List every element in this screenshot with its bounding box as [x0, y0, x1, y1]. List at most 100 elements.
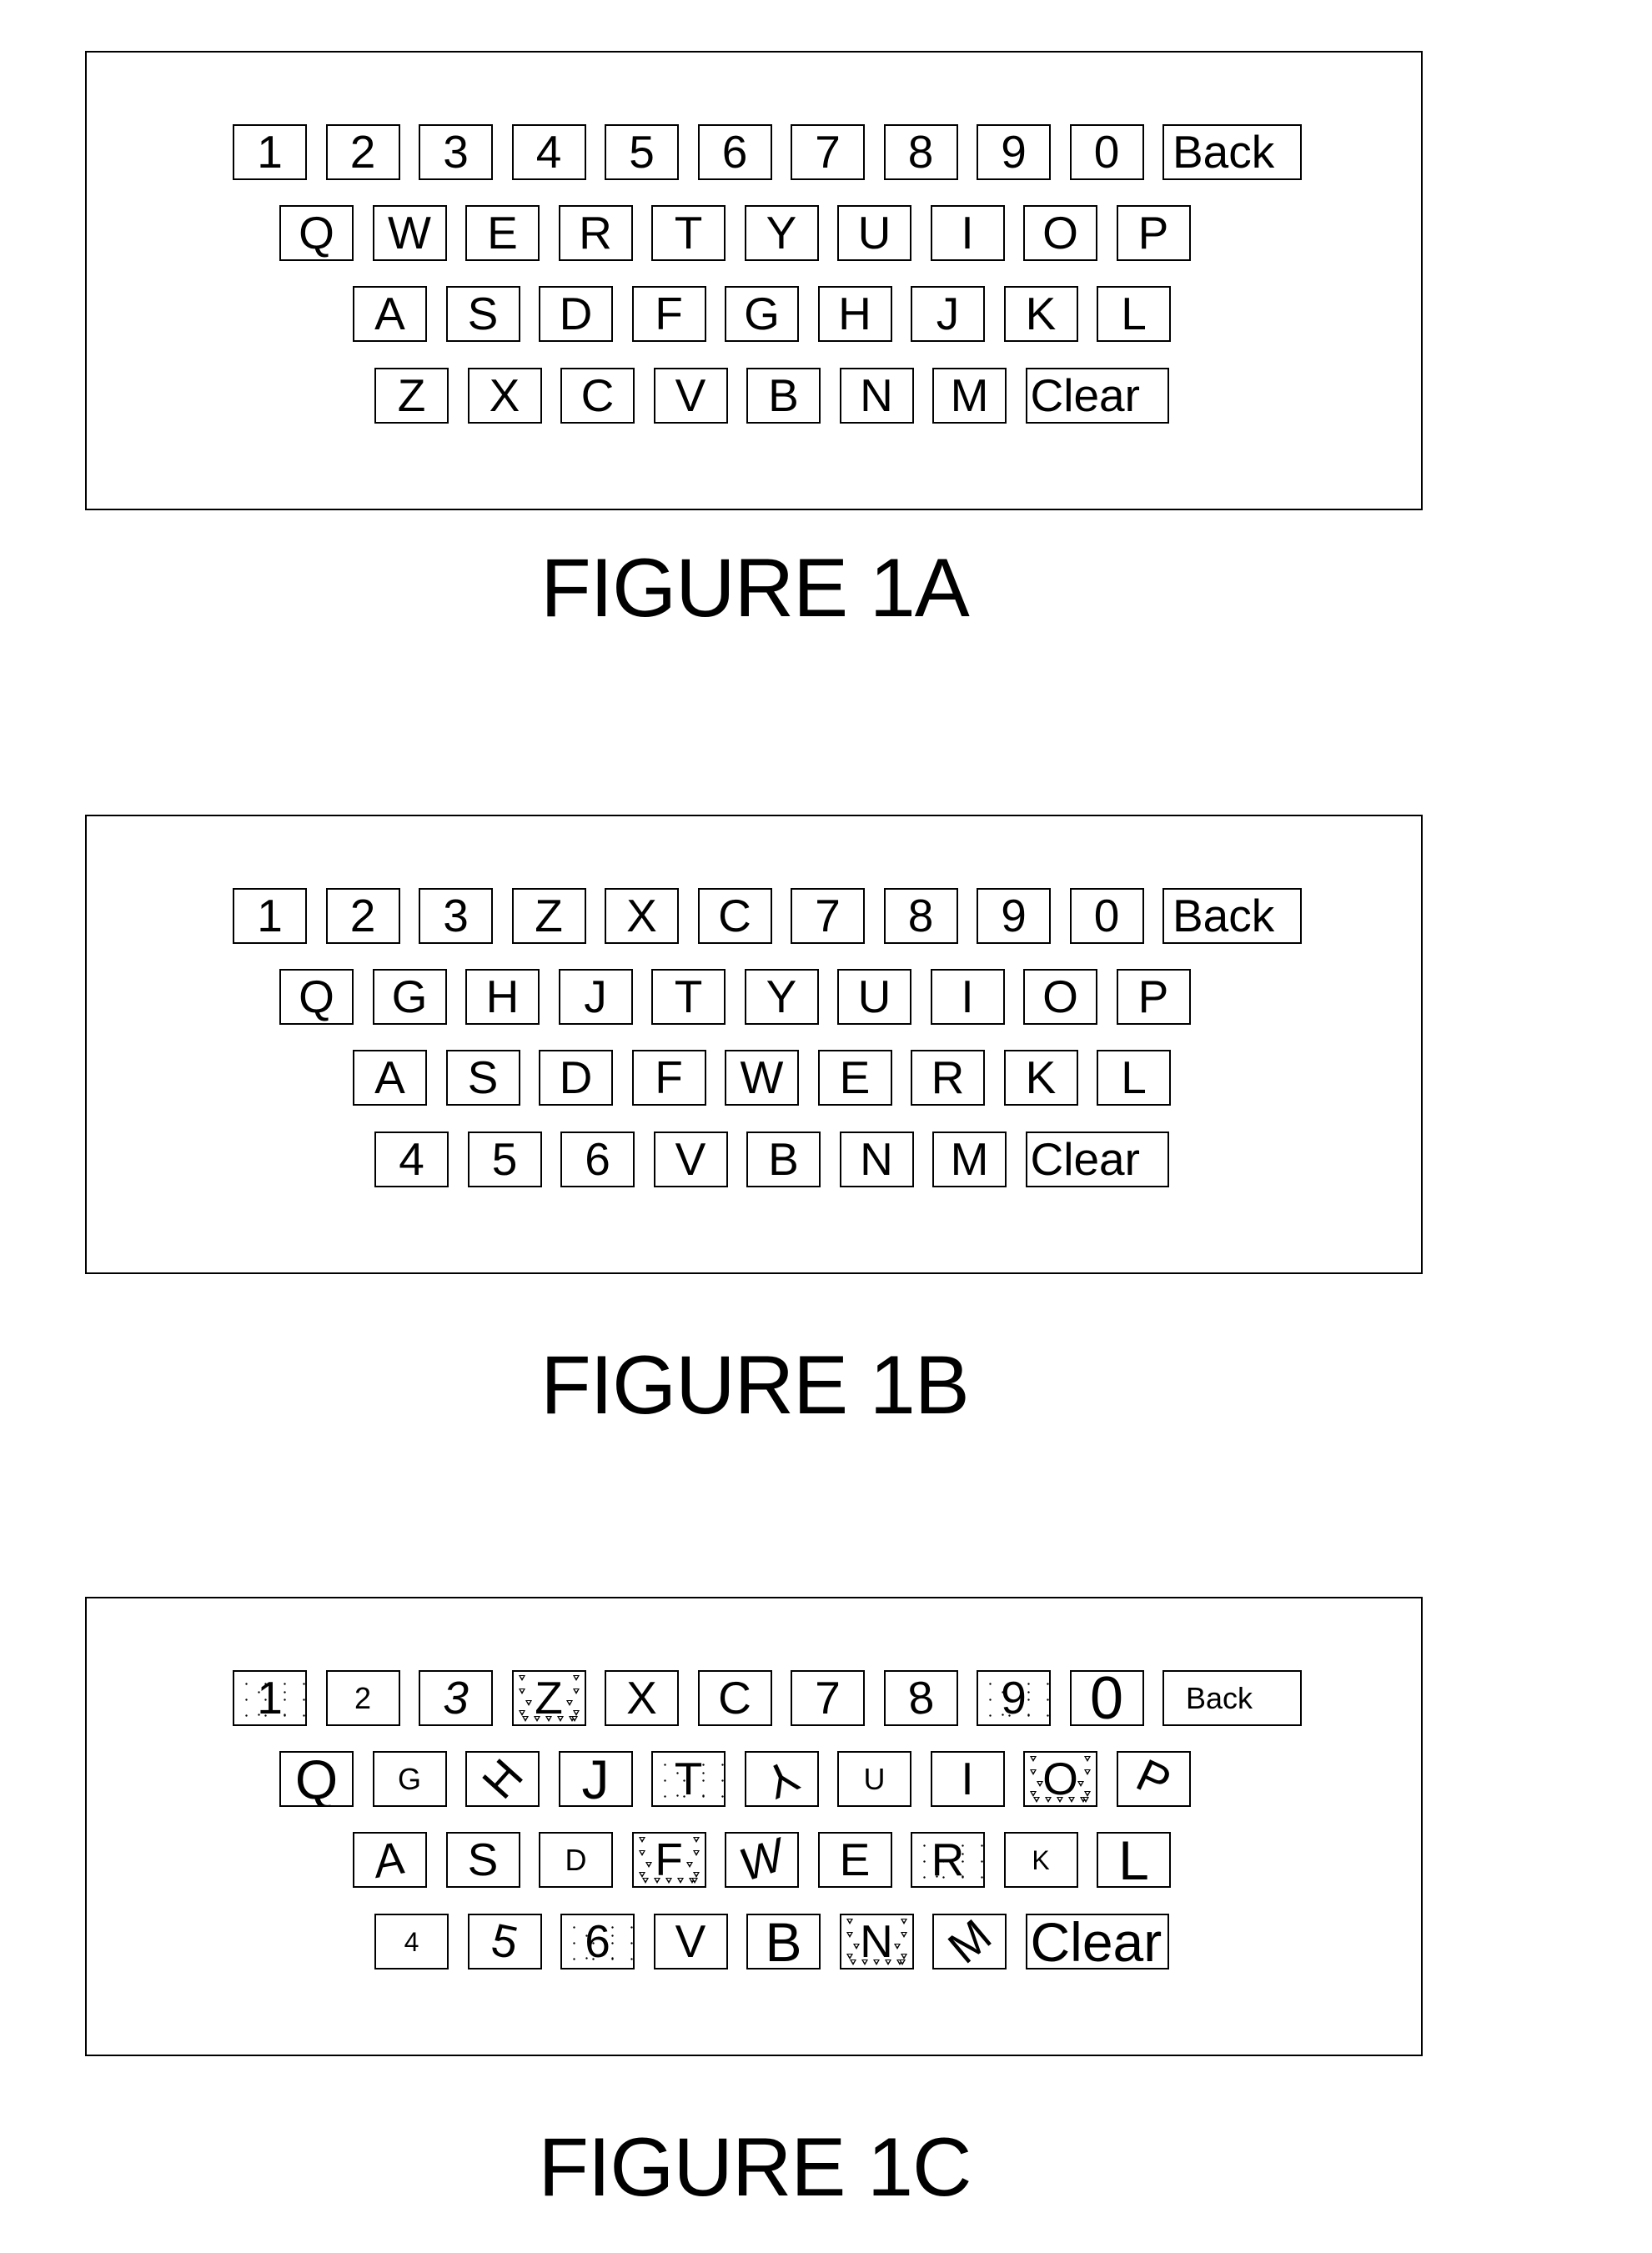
- key-s[interactable]: S: [445, 286, 520, 342]
- key-d[interactable]: D: [539, 1050, 613, 1106]
- key-1[interactable]: 1: [233, 888, 307, 944]
- key-c[interactable]: C: [560, 368, 635, 424]
- key-z[interactable]: Z: [511, 888, 586, 944]
- clear-key[interactable]: Clear: [1025, 1914, 1169, 1969]
- key-n[interactable]: N: [839, 368, 914, 424]
- key-v[interactable]: V: [653, 1914, 728, 1969]
- key-9[interactable]: 9: [977, 124, 1051, 180]
- key-4[interactable]: 4: [511, 124, 586, 180]
- key-h[interactable]: H: [817, 286, 892, 342]
- key-k[interactable]: K: [1003, 286, 1078, 342]
- key-4[interactable]: 4: [374, 1132, 449, 1187]
- key-2[interactable]: 2: [325, 888, 400, 944]
- key-x[interactable]: X: [605, 1670, 679, 1726]
- key-i[interactable]: I: [930, 969, 1005, 1025]
- key-o[interactable]: O: [1023, 1751, 1097, 1807]
- key-h[interactable]: H: [465, 969, 540, 1025]
- key-q[interactable]: Q: [279, 969, 354, 1025]
- key-x[interactable]: X: [467, 368, 542, 424]
- key-6[interactable]: 6: [560, 1914, 635, 1969]
- key-m[interactable]: M: [932, 1132, 1007, 1187]
- key-0[interactable]: 0: [1069, 888, 1144, 944]
- key-f[interactable]: F: [631, 1050, 706, 1106]
- key-9[interactable]: 9: [977, 888, 1051, 944]
- key-q[interactable]: Q: [279, 205, 354, 261]
- key-k[interactable]: K: [1003, 1050, 1078, 1106]
- key-v[interactable]: V: [653, 1132, 728, 1187]
- key-u[interactable]: U: [837, 1751, 911, 1807]
- key-p[interactable]: P: [1116, 1751, 1191, 1807]
- key-j[interactable]: J: [558, 969, 633, 1025]
- back-key[interactable]: Back: [1162, 888, 1302, 944]
- key-z[interactable]: Z: [511, 1670, 586, 1726]
- key-3[interactable]: 3: [419, 124, 493, 180]
- key-r[interactable]: R: [558, 205, 633, 261]
- key-v[interactable]: V: [653, 368, 728, 424]
- key-7[interactable]: 7: [791, 888, 865, 944]
- key-l[interactable]: L: [1097, 286, 1171, 342]
- key-g[interactable]: G: [372, 969, 447, 1025]
- key-l[interactable]: L: [1097, 1832, 1171, 1888]
- key-0[interactable]: 0: [1069, 1670, 1144, 1726]
- key-d[interactable]: D: [539, 286, 613, 342]
- key-b[interactable]: B: [746, 1914, 821, 1969]
- key-g[interactable]: G: [725, 286, 799, 342]
- key-f[interactable]: F: [631, 1832, 706, 1888]
- key-j[interactable]: J: [558, 1751, 633, 1807]
- key-y[interactable]: Y: [744, 1751, 819, 1807]
- key-y[interactable]: Y: [744, 205, 819, 261]
- key-i[interactable]: I: [930, 1751, 1005, 1807]
- key-z[interactable]: Z: [374, 368, 449, 424]
- key-c[interactable]: C: [697, 888, 772, 944]
- key-5[interactable]: 5: [467, 1132, 542, 1187]
- back-key[interactable]: Back: [1162, 1670, 1302, 1726]
- key-a[interactable]: A: [353, 1050, 427, 1106]
- key-a[interactable]: A: [353, 1832, 427, 1888]
- key-2[interactable]: 2: [325, 1670, 400, 1726]
- key-a[interactable]: A: [353, 286, 427, 342]
- key-b[interactable]: B: [746, 368, 821, 424]
- key-8[interactable]: 8: [883, 124, 958, 180]
- key-g[interactable]: G: [372, 1751, 447, 1807]
- key-e[interactable]: E: [465, 205, 540, 261]
- key-j[interactable]: J: [911, 286, 985, 342]
- key-k[interactable]: K: [1003, 1832, 1078, 1888]
- key-l[interactable]: L: [1097, 1050, 1171, 1106]
- key-t[interactable]: T: [651, 205, 726, 261]
- key-c[interactable]: C: [697, 1670, 772, 1726]
- key-8[interactable]: 8: [883, 888, 958, 944]
- key-x[interactable]: X: [605, 888, 679, 944]
- key-e[interactable]: E: [817, 1832, 892, 1888]
- key-1[interactable]: 1: [233, 1670, 307, 1726]
- key-r[interactable]: R: [911, 1832, 985, 1888]
- back-key[interactable]: Back: [1162, 124, 1302, 180]
- key-2[interactable]: 2: [325, 124, 400, 180]
- key-i[interactable]: I: [930, 205, 1005, 261]
- key-u[interactable]: U: [837, 969, 911, 1025]
- key-s[interactable]: S: [445, 1832, 520, 1888]
- key-u[interactable]: U: [837, 205, 911, 261]
- key-p[interactable]: P: [1116, 969, 1191, 1025]
- key-3[interactable]: 3: [419, 1670, 493, 1726]
- key-4[interactable]: 4: [374, 1914, 449, 1969]
- clear-key[interactable]: Clear: [1025, 368, 1169, 424]
- key-1[interactable]: 1: [233, 124, 307, 180]
- key-6[interactable]: 6: [697, 124, 772, 180]
- key-3[interactable]: 3: [419, 888, 493, 944]
- key-0[interactable]: 0: [1069, 124, 1144, 180]
- key-n[interactable]: N: [839, 1132, 914, 1187]
- key-w[interactable]: W: [725, 1832, 799, 1888]
- key-p[interactable]: P: [1116, 205, 1191, 261]
- key-f[interactable]: F: [631, 286, 706, 342]
- key-t[interactable]: T: [651, 1751, 726, 1807]
- key-s[interactable]: S: [445, 1050, 520, 1106]
- key-7[interactable]: 7: [791, 1670, 865, 1726]
- key-7[interactable]: 7: [791, 124, 865, 180]
- key-n[interactable]: N: [839, 1914, 914, 1969]
- key-e[interactable]: E: [817, 1050, 892, 1106]
- key-t[interactable]: T: [651, 969, 726, 1025]
- key-h[interactable]: H: [465, 1751, 540, 1807]
- key-m[interactable]: M: [932, 1914, 1007, 1969]
- key-b[interactable]: B: [746, 1132, 821, 1187]
- key-w[interactable]: W: [372, 205, 447, 261]
